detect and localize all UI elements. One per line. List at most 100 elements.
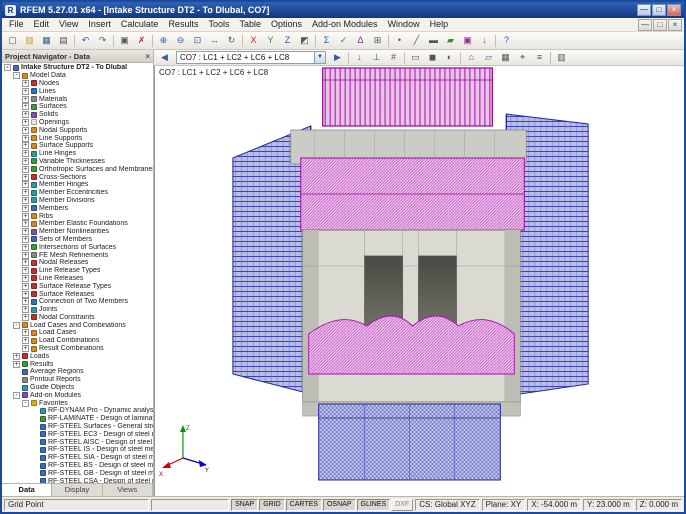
expand-icon[interactable]: +: [22, 158, 29, 165]
tree-item[interactable]: +Surface Releases: [2, 290, 153, 298]
show-numbering-icon[interactable]: #: [385, 50, 402, 65]
tree-item[interactable]: +Member Hinges: [2, 181, 153, 189]
tree-item[interactable]: +Load Combinations: [2, 337, 153, 345]
tree-item[interactable]: +Nodal Supports: [2, 126, 153, 134]
menu-item-add-on-modules[interactable]: Add-on Modules: [307, 18, 383, 31]
collapse-icon[interactable]: -: [22, 400, 29, 407]
expand-icon[interactable]: +: [22, 119, 29, 126]
expand-icon[interactable]: +: [22, 298, 29, 305]
tree-item[interactable]: Guide Objects: [2, 384, 153, 392]
expand-icon[interactable]: +: [22, 337, 29, 344]
menu-item-view[interactable]: View: [54, 18, 83, 31]
tree-item[interactable]: RF-STEEL SIA - Design of steel members a…: [2, 454, 153, 462]
menu-item-tools[interactable]: Tools: [203, 18, 234, 31]
zoom-in-icon[interactable]: ⊕: [155, 33, 172, 48]
tree-item[interactable]: +Surface Supports: [2, 142, 153, 150]
menu-item-edit[interactable]: Edit: [29, 18, 55, 31]
tree-item[interactable]: +Variable Thicknesses: [2, 158, 153, 166]
mdi-minimize-button[interactable]: —: [638, 19, 652, 31]
tree-item[interactable]: -Favorites: [2, 399, 153, 407]
status-toggle-grid[interactable]: GRID: [259, 499, 285, 511]
viewport-3d[interactable]: CO7 : LC1 + LC2 + LC6 + LC8: [154, 66, 684, 496]
new-member-icon[interactable]: ▬: [425, 33, 442, 48]
status-toggle-glines[interactable]: GLINES: [357, 499, 391, 511]
tree-item[interactable]: +Result Combinations: [2, 345, 153, 353]
tree-item[interactable]: +Member Elastic Foundations: [2, 220, 153, 228]
tree-item[interactable]: Average Regions: [2, 368, 153, 376]
expand-icon[interactable]: +: [22, 252, 29, 259]
menu-item-table[interactable]: Table: [234, 18, 266, 31]
collapse-icon[interactable]: -: [13, 392, 20, 399]
expand-icon[interactable]: +: [22, 150, 29, 157]
panel-close-icon[interactable]: ×: [145, 52, 150, 61]
tree-item[interactable]: +Sets of Members: [2, 236, 153, 244]
new-load-icon[interactable]: ↓: [476, 33, 493, 48]
show-loads-icon[interactable]: ↓: [351, 50, 368, 65]
expand-icon[interactable]: +: [22, 135, 29, 142]
menu-item-options[interactable]: Options: [266, 18, 307, 31]
copy-icon[interactable]: ▣: [116, 33, 133, 48]
tree-item[interactable]: +Members: [2, 204, 153, 212]
expand-icon[interactable]: +: [22, 96, 29, 103]
expand-icon[interactable]: +: [22, 174, 29, 181]
tree-item[interactable]: RF-STEEL EC3 - Design of steel members a…: [2, 430, 153, 438]
tree-item[interactable]: +Member Nonlinearities: [2, 228, 153, 236]
tree-item[interactable]: +Line Supports: [2, 134, 153, 142]
chevron-down-icon[interactable]: ▼: [314, 52, 325, 63]
view-y-icon[interactable]: Y: [262, 33, 279, 48]
status-toggle-dxf[interactable]: DXF: [391, 499, 413, 511]
expand-icon[interactable]: +: [22, 103, 29, 110]
pan-view-icon[interactable]: ↔: [206, 33, 223, 48]
tree-item[interactable]: +Results: [2, 360, 153, 368]
expand-icon[interactable]: +: [13, 353, 20, 360]
calculate-icon[interactable]: Σ: [318, 33, 335, 48]
status-toggle-osnap[interactable]: OSNAP: [323, 499, 356, 511]
tree-item[interactable]: RF-STEEL IS - Design of steel members ac…: [2, 446, 153, 454]
zoom-window-icon[interactable]: ⊡: [189, 33, 206, 48]
tree-item[interactable]: +Surfaces: [2, 103, 153, 111]
new-node-icon[interactable]: •: [391, 33, 408, 48]
expand-icon[interactable]: +: [22, 314, 29, 321]
wireframe-mode-icon[interactable]: ▭: [407, 50, 424, 65]
expand-icon[interactable]: +: [22, 166, 29, 173]
tree-item[interactable]: -Add-on Modules: [2, 391, 153, 399]
loadcase-combo[interactable]: CO7 : LC1 + LC2 + LC6 + LC8 ▼: [176, 51, 326, 64]
print-icon[interactable]: ▤: [55, 33, 72, 48]
check-model-icon[interactable]: ✓: [335, 33, 352, 48]
menu-item-help[interactable]: Help: [425, 18, 454, 31]
solid-mode-icon[interactable]: ◼: [424, 50, 441, 65]
tree-item[interactable]: +Line Releases: [2, 275, 153, 283]
menu-item-insert[interactable]: Insert: [83, 18, 116, 31]
tree-item[interactable]: +Surface Release Types: [2, 282, 153, 290]
expand-icon[interactable]: +: [22, 244, 29, 251]
expand-icon[interactable]: +: [22, 345, 29, 352]
grid-toggle-icon[interactable]: ▦: [497, 50, 514, 65]
snap-toggle-icon[interactable]: ⌖: [514, 50, 531, 65]
expand-icon[interactable]: +: [22, 181, 29, 188]
tree-item[interactable]: +Load Cases: [2, 329, 153, 337]
tree-item[interactable]: Printout Reports: [2, 376, 153, 384]
tree-item[interactable]: +Connection of Two Members: [2, 298, 153, 306]
new-solid-icon[interactable]: ▣: [459, 33, 476, 48]
minimize-button[interactable]: —: [637, 4, 651, 16]
new-surface-icon[interactable]: ▰: [442, 33, 459, 48]
view-z-icon[interactable]: Z: [279, 33, 296, 48]
expand-icon[interactable]: +: [22, 228, 29, 235]
previous-loadcase-icon[interactable]: ◀: [156, 50, 173, 65]
close-button[interactable]: ×: [667, 4, 681, 16]
tree-item[interactable]: RF-STEEL AISC - Design of steel members …: [2, 438, 153, 446]
navigator-tab-display[interactable]: Display: [52, 484, 102, 496]
expand-icon[interactable]: +: [22, 283, 29, 290]
expand-icon[interactable]: +: [22, 111, 29, 118]
collapse-icon[interactable]: -: [13, 72, 20, 79]
tree-item[interactable]: +Solids: [2, 111, 153, 119]
delete-icon[interactable]: ✗: [133, 33, 150, 48]
zoom-out-icon[interactable]: ⊖: [172, 33, 189, 48]
tree-item[interactable]: RF-STEEL BS - Design of steel members ac…: [2, 462, 153, 470]
expand-icon[interactable]: +: [22, 259, 29, 266]
tables-icon[interactable]: ⊞: [369, 33, 386, 48]
expand-icon[interactable]: +: [22, 205, 29, 212]
expand-icon[interactable]: +: [13, 361, 20, 368]
tree-item[interactable]: +Loads: [2, 352, 153, 360]
guidelines-toggle-icon[interactable]: ≡: [531, 50, 548, 65]
